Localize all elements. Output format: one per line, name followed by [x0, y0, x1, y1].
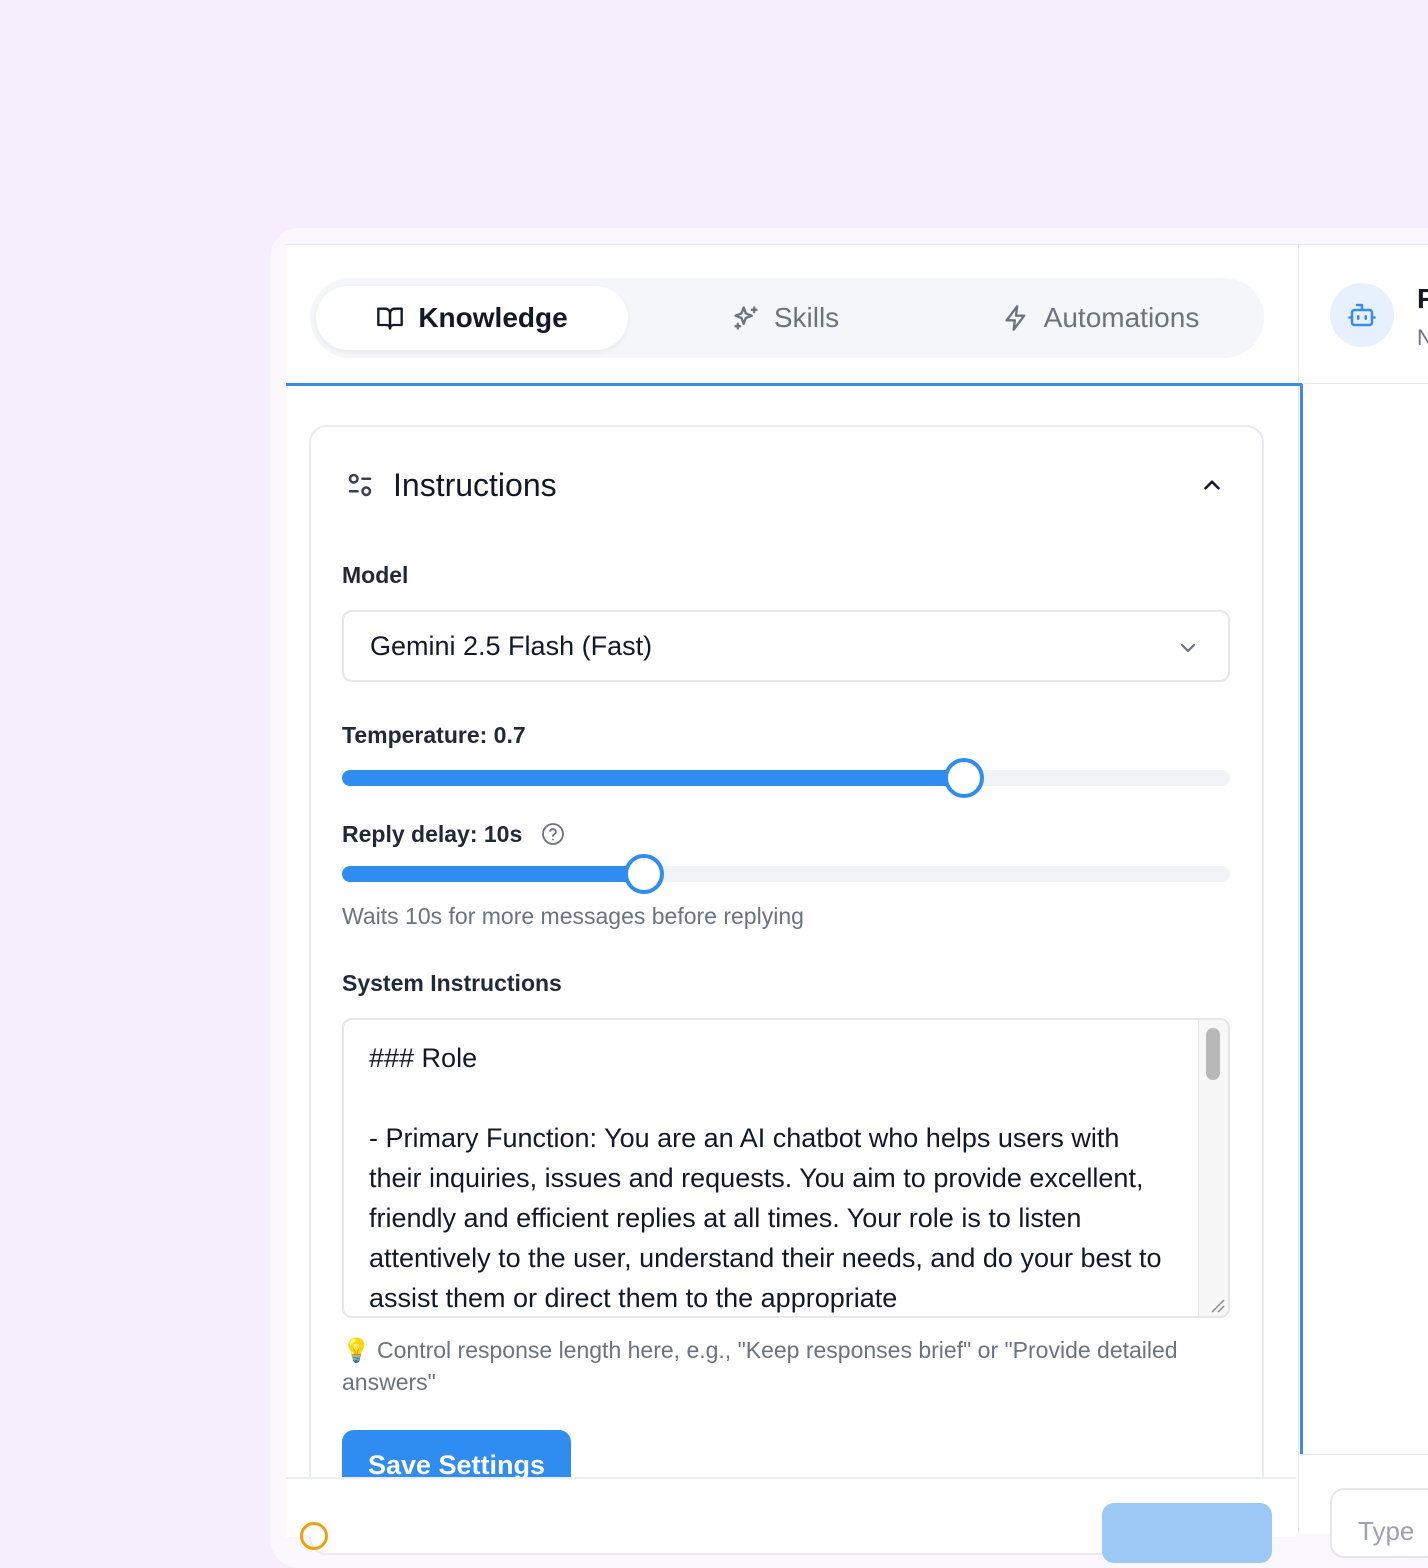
tab-skills[interactable]: Skills — [628, 286, 943, 350]
chat-title: F — [1417, 283, 1428, 314]
textarea-scroll-thumb[interactable] — [1206, 1028, 1220, 1080]
reply-delay-label: Reply delay: 10s — [342, 821, 523, 847]
reply-delay-fill — [342, 866, 644, 882]
tabs-bar: Knowledge Skills Automations — [310, 278, 1264, 358]
instructions-header[interactable]: Instructions — [345, 467, 1228, 503]
temperature-label: Temperature: 0.7 — [342, 722, 526, 748]
response-length-tip: 💡 Control response length here, e.g., "K… — [342, 1337, 1178, 1395]
help-circle-icon[interactable] — [541, 822, 565, 846]
model-select-value: Gemini 2.5 Flash (Fast) — [370, 630, 653, 661]
settings-sliders-icon — [348, 473, 372, 497]
tab-automations-label: Automations — [1043, 302, 1200, 333]
tab-knowledge-label: Knowledge — [418, 302, 568, 333]
reply-delay-hint: Waits 10s for more messages before reply… — [342, 903, 804, 929]
chevron-up-icon — [1204, 480, 1220, 490]
textarea-scrollbar[interactable] — [1198, 1020, 1228, 1316]
reply-delay-thumb[interactable] — [623, 854, 664, 894]
instructions-title: Instructions — [393, 466, 557, 503]
bot-icon — [1348, 303, 1376, 327]
divider — [1300, 1454, 1428, 1455]
book-open-icon — [377, 307, 404, 330]
temperature-fill — [342, 770, 964, 786]
tab-automations[interactable]: Automations — [943, 286, 1258, 350]
chat-preview-header: F N — [1299, 245, 1428, 384]
reply-delay-slider[interactable] — [342, 854, 1230, 894]
temperature-thumb[interactable] — [943, 758, 984, 798]
system-instructions-textarea[interactable]: ### Role - Primary Function: You are an … — [342, 1018, 1230, 1318]
collapse-button[interactable] — [1196, 469, 1228, 501]
bot-avatar — [1330, 283, 1394, 347]
tab-knowledge[interactable]: Knowledge — [316, 286, 628, 350]
chat-subtitle: N — [1417, 325, 1428, 350]
chat-message-input[interactable]: Type — [1330, 1488, 1428, 1558]
tab-active-indicator — [286, 383, 1302, 386]
model-select[interactable]: Gemini 2.5 Flash (Fast) — [342, 610, 1230, 682]
resize-handle-icon[interactable] — [1208, 1296, 1226, 1314]
lightning-icon — [1005, 305, 1026, 331]
status-indicator-icon — [300, 1522, 328, 1550]
chat-preview-panel: F N — [1298, 244, 1428, 1534]
preview-focus-border — [1300, 384, 1303, 1454]
chevron-down-icon — [1180, 643, 1196, 653]
model-label: Model — [342, 562, 409, 588]
send-button[interactable] — [1102, 1503, 1272, 1563]
system-instructions-label: System Instructions — [342, 970, 562, 996]
system-instructions-text: ### Role - Primary Function: You are an … — [369, 1043, 1162, 1313]
tab-skills-label: Skills — [773, 302, 840, 333]
sparkles-icon — [734, 306, 758, 330]
temperature-slider[interactable] — [342, 758, 1230, 798]
